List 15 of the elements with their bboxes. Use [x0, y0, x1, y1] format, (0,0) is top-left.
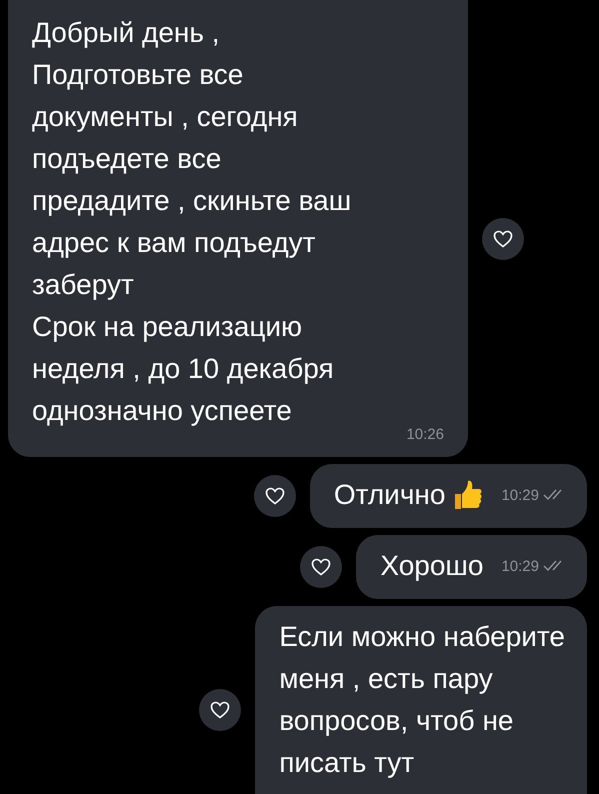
- message-text: Отлично: [334, 478, 446, 512]
- message-text: Хорошо: [380, 549, 484, 583]
- reaction-button[interactable]: [300, 546, 342, 588]
- reaction-button[interactable]: [254, 475, 296, 517]
- message-time: 10:26: [406, 426, 444, 443]
- heart-icon: [493, 230, 513, 248]
- reaction-button[interactable]: [199, 689, 242, 731]
- message-time: 10:29: [501, 558, 539, 574]
- heart-icon: [210, 701, 230, 719]
- message-text: Добрый день , Подготовьте все документы , сегодня подъедете все предадите , скиньте ваш адрес к вам подъедут заберут Срок на реализацию неделя , до 10 декабря однозначно успеете: [32, 16, 352, 428]
- heart-icon: [264, 487, 285, 505]
- reaction-button[interactable]: [482, 218, 524, 260]
- heart-icon: [311, 558, 332, 576]
- message-time: 10:29: [501, 486, 539, 504]
- message-text: Если можно наберите меня , есть пару вопросов, чтоб не писать тут: [279, 620, 565, 780]
